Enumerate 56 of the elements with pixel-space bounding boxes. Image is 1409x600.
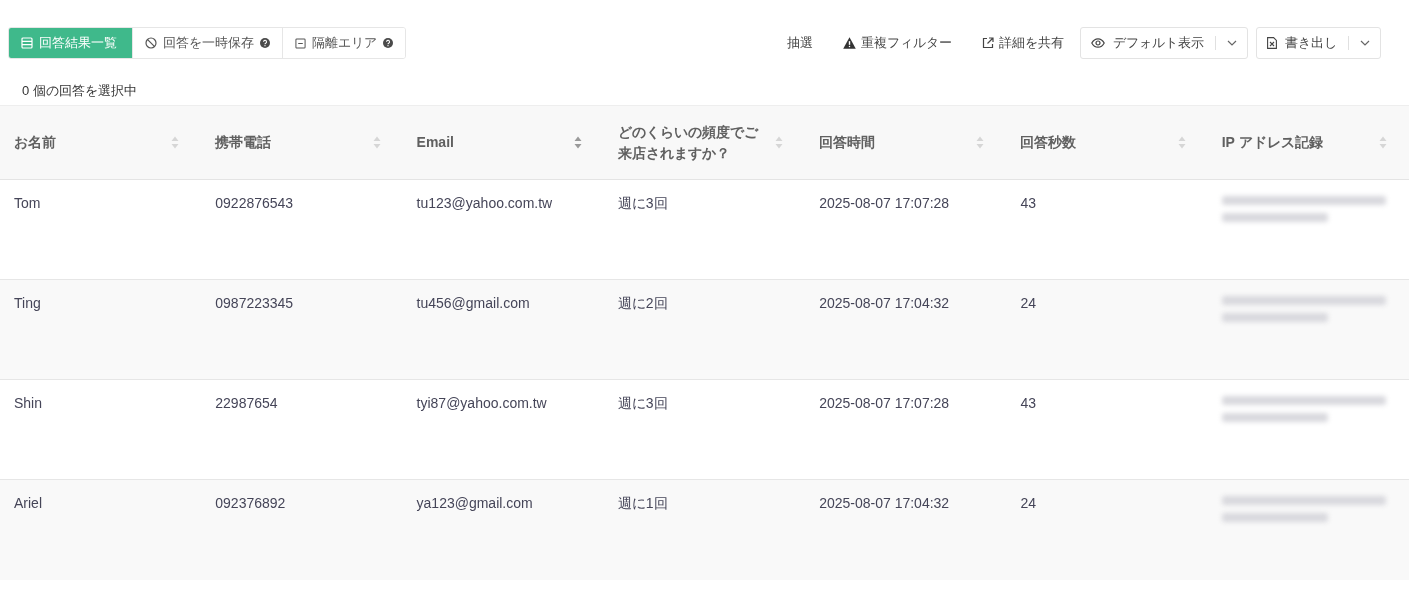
column-header: 回答秒数	[1020, 133, 1078, 152]
sort-icon[interactable]	[372, 136, 381, 149]
action-button[interactable]: 詳細を共有	[974, 28, 1072, 58]
column-header: Email	[416, 133, 455, 152]
table-cell-text: 0922876543	[215, 194, 294, 213]
dropdown-button[interactable]: デフォルト表示	[1080, 27, 1248, 59]
table-cell-text: 週に3回	[617, 394, 668, 413]
table-cell-text: 092376892	[215, 494, 286, 513]
column-header: お名前	[14, 133, 57, 152]
table-cell-text: tyi87@yahoo.com.tw	[416, 394, 547, 413]
table-cell-text: tu456@gmail.com	[416, 294, 530, 313]
table-cell-text: Ting	[14, 294, 41, 313]
sort-icon[interactable]	[1177, 136, 1186, 149]
table-cell-text: 週に2回	[617, 294, 668, 313]
chevron-down-icon[interactable]	[1360, 40, 1370, 46]
table-cell-text: 22987654	[215, 394, 278, 413]
column-header: 回答時間	[819, 133, 877, 152]
dropdown-button[interactable]: 書き出し	[1256, 27, 1381, 59]
external-link-icon	[982, 37, 994, 49]
table-cell-text: Tom	[14, 194, 41, 213]
chevron-down-icon[interactable]	[1227, 40, 1237, 46]
table-cell-text: Shin	[14, 394, 43, 413]
table-cell-text: 24	[1020, 294, 1036, 313]
sort-icon[interactable]	[976, 136, 985, 149]
sort-icon[interactable]	[171, 136, 180, 149]
help-icon[interactable]	[383, 38, 393, 48]
table-cell-text: 週に1回	[617, 494, 668, 513]
table-cell-text: 2025-08-07 17:04:32	[819, 294, 950, 313]
sort-icon[interactable]	[775, 136, 784, 149]
table-cell-text: 2025-08-07 17:07:28	[819, 394, 950, 413]
table-cell-text: 0987223345	[215, 294, 294, 313]
eye-icon	[1091, 38, 1105, 48]
table-cell-text: 24	[1020, 494, 1036, 513]
table-cell-text: 43	[1020, 394, 1036, 413]
table-cell-text: tu123@yahoo.com.tw	[416, 194, 553, 213]
table-cell-text: 43	[1020, 194, 1036, 213]
table-cell-text: 2025-08-07 17:04:32	[819, 494, 950, 513]
table-cell-text: 2025-08-07 17:07:28	[819, 194, 950, 213]
column-header: 携帯電話	[215, 133, 273, 152]
file-icon	[1267, 37, 1277, 49]
help-icon[interactable]	[260, 38, 270, 48]
tab[interactable]: 隔離エリア	[282, 28, 405, 58]
warning-icon	[843, 37, 856, 49]
sort-icon[interactable]	[1379, 136, 1387, 149]
table-cell-text: Ariel	[14, 494, 42, 513]
column-header: IP アドレス記録	[1221, 133, 1324, 152]
ban-icon	[145, 37, 157, 49]
action-button[interactable]: 重複フィルター	[835, 28, 960, 58]
list-icon	[21, 37, 33, 49]
action-button[interactable]: 抽選	[779, 28, 821, 58]
selection-count: 0 個の回答を選択中	[22, 83, 137, 98]
minus-square-icon	[295, 37, 306, 49]
sort-icon[interactable]	[573, 136, 582, 149]
table-cell-text: 週に3回	[617, 194, 668, 213]
table-cell-text: ya123@gmail.com	[416, 494, 533, 513]
column-header: どのくらいの頻度でご来店されますか？	[617, 122, 760, 163]
